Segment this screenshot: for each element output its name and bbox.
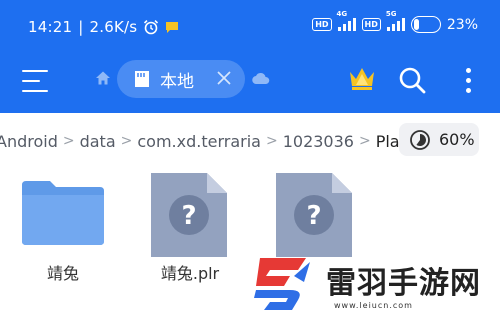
breadcrumb-item-id[interactable]: 1023036 bbox=[281, 132, 356, 151]
breadcrumb: Android > data > com.xd.terraria > 10230… bbox=[0, 124, 436, 158]
status-divider: | bbox=[78, 18, 84, 36]
status-time: 14:21 bbox=[28, 18, 73, 36]
battery-percent: 23% bbox=[446, 16, 478, 33]
battery-icon bbox=[410, 16, 441, 33]
hd-badge-2: HD bbox=[361, 18, 381, 31]
top-app-area: 14:21 | 2.6K/s HD 4G HD 5G 23% 本地 bbox=[0, 0, 500, 113]
breadcrumb-item-package[interactable]: com.xd.terraria bbox=[135, 132, 263, 151]
file-item-name: 靖兔 bbox=[46, 264, 79, 283]
signal-4g-icon: 4G bbox=[337, 10, 356, 31]
chevron-right-icon: > bbox=[265, 133, 278, 149]
unknown-file-icon: ? bbox=[276, 173, 352, 257]
cloud-icon[interactable] bbox=[252, 71, 270, 85]
home-icon[interactable] bbox=[95, 70, 111, 86]
watermark-text: 雷羽手游网 bbox=[326, 266, 481, 301]
location-chip-label: 本地 bbox=[160, 71, 194, 92]
status-bar: 14:21 | 2.6K/s HD 4G HD 5G 23% bbox=[0, 0, 500, 58]
signal-5g-icon: 5G bbox=[386, 10, 405, 31]
alarm-icon bbox=[144, 20, 159, 35]
message-icon bbox=[166, 22, 179, 33]
network-speed: 2.6K/s bbox=[89, 18, 138, 36]
storage-pie-icon bbox=[410, 129, 430, 150]
svg-text:?: ? bbox=[181, 201, 196, 231]
folder-icon bbox=[22, 181, 104, 245]
location-chip[interactable]: 本地 bbox=[117, 60, 245, 98]
menu-icon[interactable] bbox=[22, 70, 48, 92]
breadcrumb-item-android[interactable]: Android bbox=[0, 132, 60, 151]
breadcrumb-item-data[interactable]: data bbox=[78, 132, 118, 151]
chevron-right-icon: > bbox=[120, 133, 133, 149]
storage-usage-badge[interactable]: 60% bbox=[399, 123, 479, 156]
svg-text:?: ? bbox=[306, 201, 321, 231]
crown-icon[interactable] bbox=[348, 65, 376, 91]
unknown-file-icon: ? bbox=[151, 173, 227, 257]
site-logo-icon bbox=[254, 258, 310, 310]
more-icon[interactable] bbox=[466, 68, 472, 93]
hd-badge-1: HD bbox=[312, 18, 332, 31]
close-icon[interactable] bbox=[215, 69, 233, 87]
chevron-right-icon: > bbox=[62, 133, 75, 149]
sd-card-icon bbox=[135, 71, 149, 87]
watermark-url: www.leiucn.com bbox=[334, 301, 413, 310]
file-item-name: 靖兔.plr bbox=[160, 264, 220, 283]
app-toolbar: 本地 bbox=[0, 58, 500, 113]
chevron-right-icon: > bbox=[358, 133, 371, 149]
search-icon[interactable] bbox=[398, 66, 426, 94]
storage-percent: 60% bbox=[439, 130, 475, 149]
site-watermark: 雷羽手游网 www.leiucn.com bbox=[248, 252, 500, 316]
